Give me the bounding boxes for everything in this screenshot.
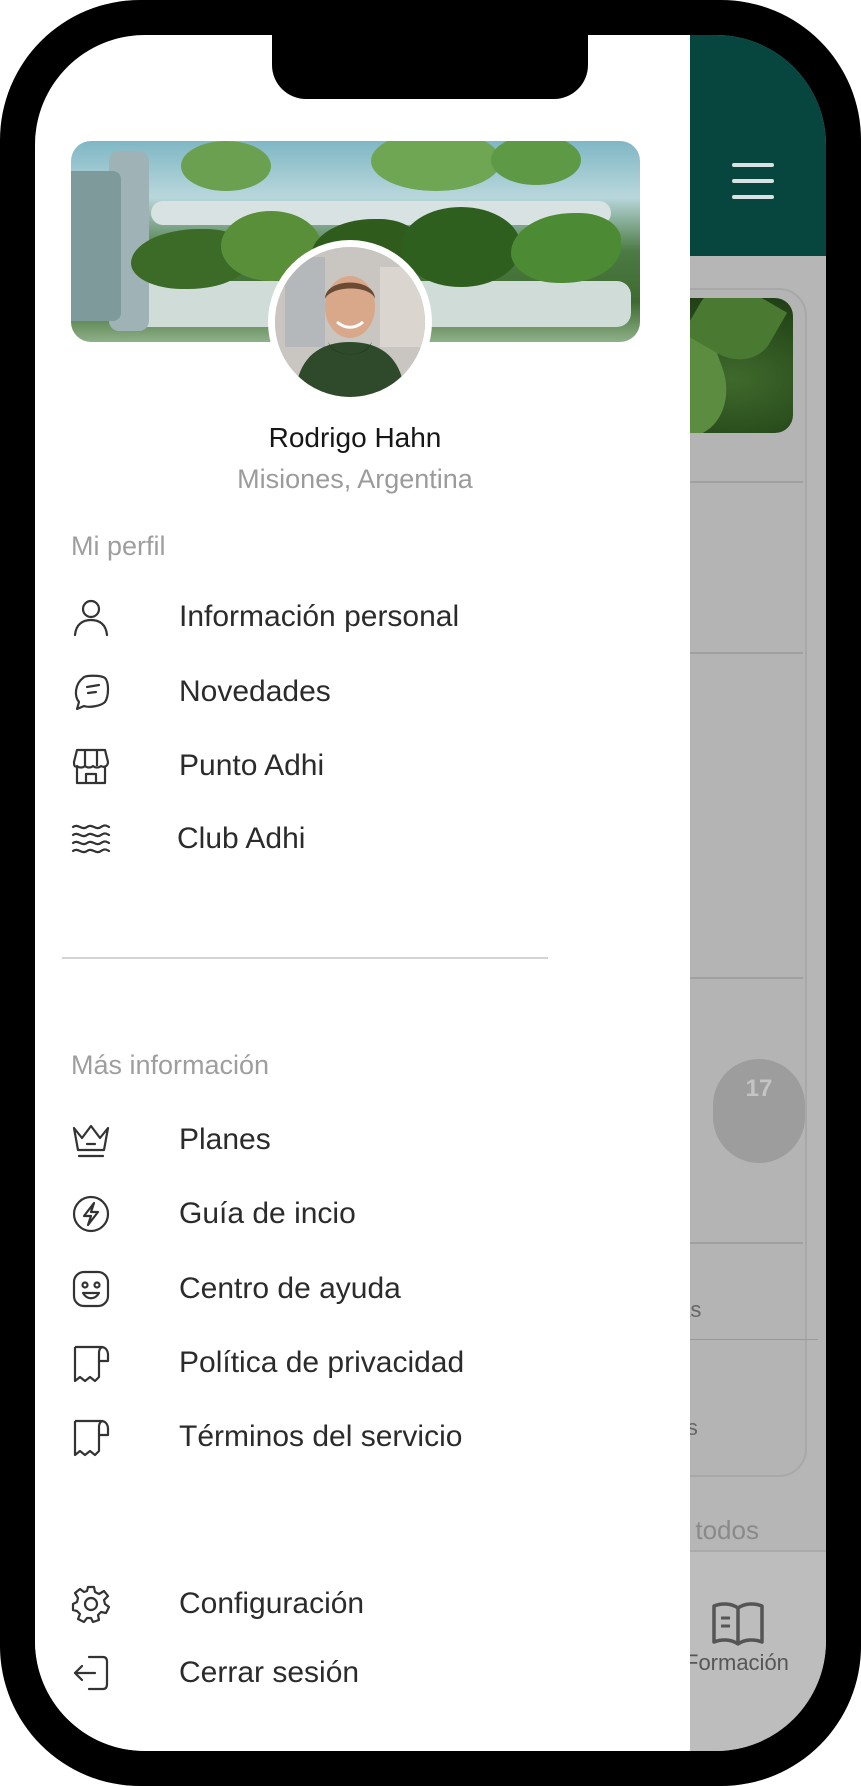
- waves-icon: [71, 819, 111, 859]
- menu-item-terminos-del-servicio[interactable]: Términos del servicio: [71, 1411, 631, 1463]
- menu-item-politica-de-privacidad[interactable]: Política de privacidad: [71, 1337, 631, 1389]
- smiley-icon: [71, 1269, 111, 1309]
- user-icon: [71, 597, 111, 637]
- section-divider: [62, 957, 548, 959]
- menu-item-centro-de-ayuda[interactable]: Centro de ayuda: [71, 1263, 631, 1315]
- menu-item-guia-de-incio[interactable]: Guía de incio: [71, 1188, 631, 1240]
- day-pill[interactable]: 17: [713, 1059, 805, 1163]
- divider: [675, 1339, 818, 1340]
- menu-item-planes[interactable]: Planes: [71, 1114, 631, 1166]
- document-icon: [71, 1417, 111, 1457]
- menu-item-informacion-personal[interactable]: Información personal: [71, 591, 631, 643]
- user-name: Rodrigo Hahn: [268, 422, 442, 453]
- compass-bolt-icon: [71, 1194, 111, 1234]
- menu-item-club-adhi[interactable]: Club Adhi: [71, 813, 631, 865]
- document-icon: [71, 1343, 111, 1383]
- logout-icon: [71, 1653, 111, 1693]
- menu-item-configuracion[interactable]: Configuración: [71, 1578, 631, 1630]
- user-location: Misiones, Argentina: [237, 464, 473, 494]
- gear-icon: [71, 1584, 111, 1624]
- section-title-mas-informacion: Más información: [71, 1050, 270, 1080]
- crown-icon: [71, 1120, 111, 1160]
- phone-notch: [272, 35, 588, 99]
- side-drawer: Rodrigo Hahn Misiones, Argentina Mi perf…: [35, 35, 690, 1751]
- screen: ctual ia EC o 17 ntradas antas er todos: [35, 35, 826, 1751]
- book-icon[interactable]: [711, 1600, 765, 1648]
- news-chat-icon: [71, 672, 111, 712]
- avatar[interactable]: [268, 240, 432, 404]
- menu-item-punto-adhi[interactable]: Punto Adhi: [71, 740, 631, 792]
- nav-label-formacion[interactable]: Formación: [685, 1650, 789, 1676]
- store-icon: [71, 746, 111, 786]
- section-title-mi-perfil: Mi perfil: [71, 531, 166, 561]
- menu-item-novedades[interactable]: Novedades: [71, 666, 631, 718]
- hamburger-menu-icon[interactable]: [732, 163, 776, 199]
- phone-frame: ctual ia EC o 17 ntradas antas er todos: [0, 0, 861, 1786]
- menu-item-cerrar-sesion[interactable]: Cerrar sesión: [71, 1647, 631, 1699]
